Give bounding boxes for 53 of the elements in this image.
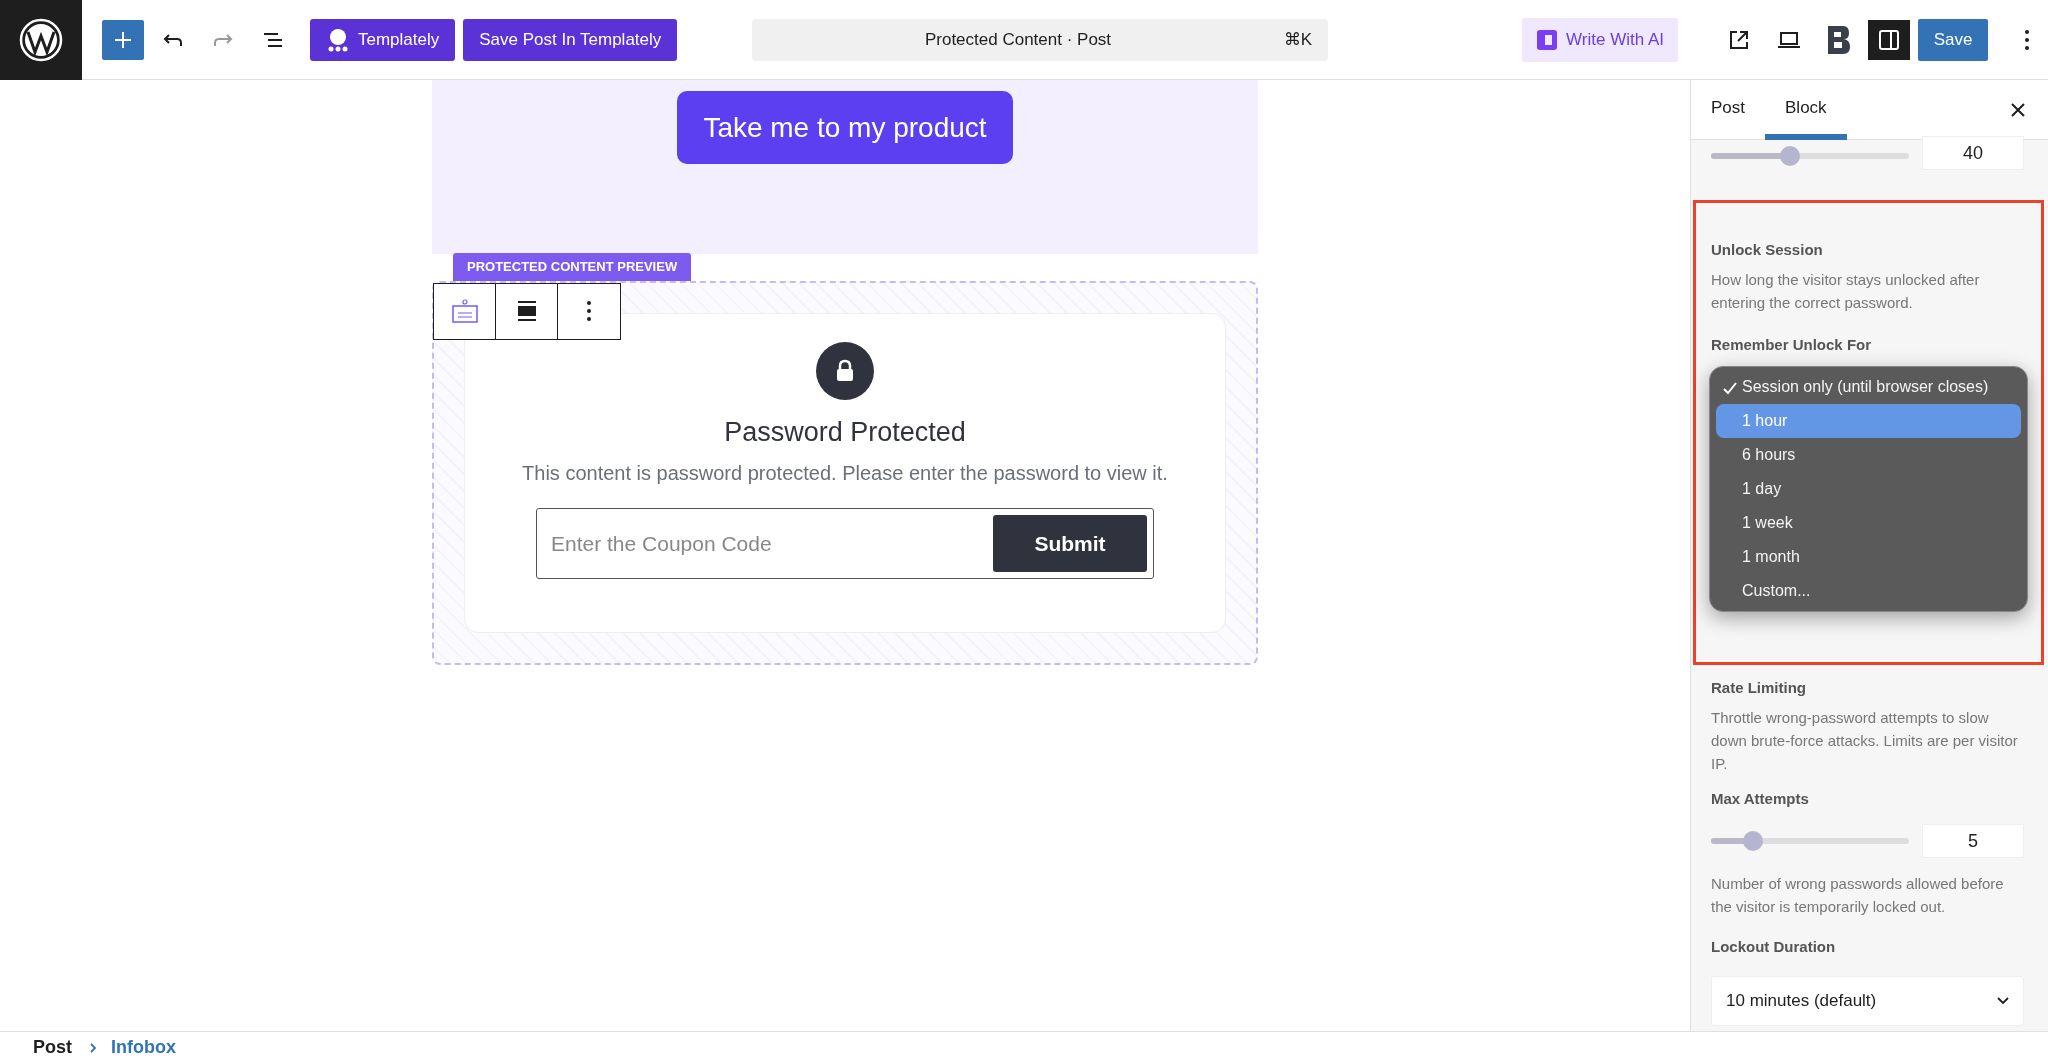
- command-bar[interactable]: Protected Content · Post ⌘K: [752, 18, 1329, 61]
- section-heading: Rate Limiting: [1711, 678, 1807, 698]
- field-label: Lockout Duration: [1711, 937, 1837, 957]
- align-icon[interactable]: [515, 300, 538, 322]
- templately-button[interactable]: Templately: [309, 18, 456, 61]
- more-options-icon[interactable]: [586, 300, 592, 322]
- save-button[interactable]: Save: [1918, 18, 1988, 61]
- check-icon: [1722, 381, 1738, 395]
- slider-thumb[interactable]: [1742, 831, 1763, 851]
- sidebar-tab[interactable]: Block: [1765, 80, 1847, 140]
- menu-option[interactable]: Custom...: [1716, 574, 2021, 608]
- breadcrumb-link[interactable]: Post: [33, 1034, 72, 1061]
- chevron-down-icon: [1997, 996, 2009, 1005]
- slider-thumb[interactable]: [1780, 146, 1801, 166]
- infobox-icon[interactable]: [450, 298, 479, 324]
- more-options-icon[interactable]: [2024, 28, 2030, 51]
- lockout-select[interactable]: 10 minutes (default): [1711, 975, 2024, 1026]
- menu-option[interactable]: 1 month: [1716, 540, 2021, 574]
- close-icon[interactable]: [2010, 101, 2026, 118]
- submit-button[interactable]: Submit: [993, 515, 1147, 572]
- wordpress-logo-icon[interactable]: [19, 17, 63, 62]
- number-field[interactable]: 40: [1922, 136, 2024, 170]
- ai-logo-icon: [1536, 28, 1559, 51]
- sidebar-tab[interactable]: Post: [1691, 80, 1766, 140]
- add-block-button[interactable]: [101, 19, 144, 60]
- product-button[interactable]: Take me to my product: [677, 91, 1013, 164]
- card-message: This content is password protected. Please enter the password to view it.: [522, 461, 1168, 486]
- laptop-icon[interactable]: [1777, 29, 1801, 50]
- plus-icon: [112, 29, 133, 50]
- menu-option[interactable]: 6 hours: [1716, 438, 2021, 472]
- field-help: Number of wrong passwords allowed before the visitor is temporarily locked out.: [1711, 874, 2005, 917]
- section-description: Throttle wrong-password attempts to slow down brute-force attacks. Limits are per visitor IP.: [1711, 707, 2019, 774]
- section-description: How long the visitor stays unlocked after entering the correct password.: [1711, 269, 1981, 313]
- coupon-field[interactable]: Enter the Coupon Code Submit: [536, 508, 1154, 579]
- menu-option[interactable]: Session only (until browser closes): [1716, 370, 2021, 404]
- field-label: Max Attempts: [1711, 788, 1810, 809]
- sidebar-icon: [1878, 28, 1900, 51]
- save-in-templately-button[interactable]: Save Post In Templately: [463, 18, 678, 61]
- breadcrumb-link[interactable]: Infobox: [111, 1034, 176, 1061]
- chevron-right-icon: [90, 1042, 97, 1053]
- write-with-ai-button[interactable]: Write With AI: [1522, 17, 1678, 62]
- field-label: Remember Unlock For: [1711, 334, 1873, 355]
- list-view-icon[interactable]: [262, 30, 283, 49]
- block-letter-logo-icon[interactable]: [1825, 23, 1853, 56]
- sidebar-toggle-button[interactable]: [1868, 19, 1910, 60]
- section-heading: Unlock Session: [1711, 240, 1824, 260]
- lock-icon: [816, 341, 874, 400]
- preview-label: PROTECTED CONTENT PREVIEW: [453, 253, 692, 281]
- menu-option[interactable]: 1 week: [1716, 506, 2021, 540]
- external-link-icon[interactable]: [1728, 28, 1750, 51]
- card-title: Password Protected: [724, 415, 966, 449]
- number-field[interactable]: 5: [1922, 824, 2024, 858]
- menu-option[interactable]: 1 day: [1716, 472, 2021, 506]
